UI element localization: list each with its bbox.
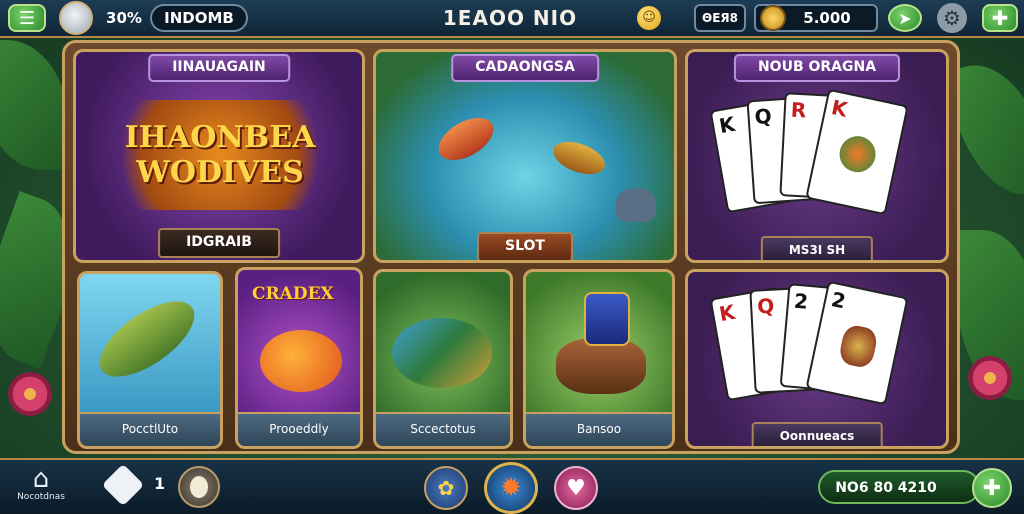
game-tile[interactable]: Sccectotus [373,269,513,449]
menu-icon: ☰ [18,7,36,29]
cat-icon [616,188,656,222]
add-balance-button[interactable]: ✚ [972,468,1012,508]
card-game-panel[interactable]: K Q 2 2 Oonnueacs [685,269,949,449]
play-plaque[interactable]: IDGRAIB [158,228,280,258]
arrow-button[interactable]: ➤ [888,4,922,32]
featured-game-logo: IHAONBEA WODIVES [100,100,340,210]
jester-icon [837,323,880,370]
palette-icon: ✿ [437,476,455,500]
game-title: 1EAOO NIO [442,6,578,30]
percent-text: 30% [106,9,142,27]
diamond-icon[interactable] [101,463,145,507]
card-rank: 2 [829,287,848,314]
egg-icon [190,476,208,498]
avatar[interactable] [58,1,94,35]
game-tile-label: Prooeddly [238,412,360,446]
egg-button[interactable] [178,466,220,508]
plus-icon: ✚ [991,6,1009,30]
game-tile-label: PocctlUto [80,412,220,446]
card-rank: K [717,111,737,139]
top-bar: ☰ 30% INDOMB 1EAOO NIO ☺ ΘEЯ8 5.000 ➤ ⚙ … [0,0,1024,38]
card-rank: R [790,97,807,123]
gear-icon: ⚙ [937,3,967,33]
heart-icon: ♥ [566,475,586,501]
home-label: Nocotdnas [17,492,65,502]
bass-fish-icon [87,286,207,392]
heart-button[interactable]: ♥ [554,466,598,510]
panel-banner: NOUB ORAGNA [733,54,901,82]
card-rank: Q [756,293,775,319]
star-wheel-button[interactable]: ✹ [484,462,538,514]
avatar-icon [59,1,93,35]
balance-text: NO6 80 4210 [835,480,937,496]
card-rank: K [829,95,850,122]
cannon-icon [556,338,646,394]
fish-icon [548,135,610,181]
menu-button[interactable]: ☰ [8,4,46,32]
smiley-icon: ☺ [637,6,661,30]
count-text: 1 [154,474,166,493]
goldfish-icon [260,330,342,392]
logo-line-1: IHAONBEA [124,120,316,155]
home-icon: ⌂ [32,464,50,494]
panel-banner: IINAUAGAIN [148,54,290,82]
fishing-game-panel[interactable]: CADAONGSA SLOT [373,49,677,263]
plus-icon: ✚ [982,475,1002,501]
slot-plaque[interactable]: SLOT [477,232,573,260]
game-tile[interactable]: PocctlUto [77,271,223,449]
bottom-bar: ⌂ Nocotdnas 1 ✿ ✹ ♥ NO6 80 4210 ✚ [0,458,1024,514]
flower-icon [8,372,52,416]
card-rank: K [717,299,737,327]
home-button[interactable]: ⌂ Nocotdnas [6,464,76,510]
card-plaque[interactable]: MS3I SH [760,236,874,260]
logo-line-2: WODIVES [136,155,304,190]
card-game-panel[interactable]: NOUB ORAGNA K Q R K MS3I SH [685,49,949,263]
arrow-icon: ➤ [898,8,912,28]
settings-button[interactable]: ⚙ [934,3,970,33]
panel-banner: CADAONGSA [451,54,599,82]
game-tile[interactable]: CRADEX Prooeddly [235,267,363,449]
card-plaque[interactable]: Oonnueacs [751,422,883,446]
smiley-button[interactable]: ☺ [634,4,664,32]
star-wheel-icon: ✹ [500,473,522,503]
drum-icon [584,292,630,346]
palette-button[interactable]: ✿ [424,466,468,510]
currency-label: ΘEЯ8 [694,4,746,32]
balance-display[interactable]: NO6 80 4210 [818,470,980,504]
game-tile[interactable]: Bansoo [523,269,675,449]
parrot-icon [836,132,879,176]
game-tile-label: Bansoo [526,412,672,446]
card-rank: Q [753,103,773,130]
fish-icon [431,109,501,169]
coin-balance[interactable]: 5.000 [754,4,878,32]
game-tile-title: CRADEX [252,284,334,304]
fish-icon [392,318,492,388]
jungle-leaf [0,40,70,170]
username-field[interactable]: INDOMB [150,4,248,32]
coin-amount: 5.000 [803,9,851,27]
featured-game-panel[interactable]: IINAUAGAIN IHAONBEA WODIVES IDGRAIB [73,49,365,263]
game-lobby-frame: IINAUAGAIN IHAONBEA WODIVES IDGRAIB CADA… [62,40,960,454]
card-rank: 2 [793,288,810,314]
add-button[interactable]: ✚ [982,4,1018,32]
coin-icon [760,5,786,31]
flower-icon [968,356,1012,400]
game-tile-label: Sccectotus [376,412,510,446]
